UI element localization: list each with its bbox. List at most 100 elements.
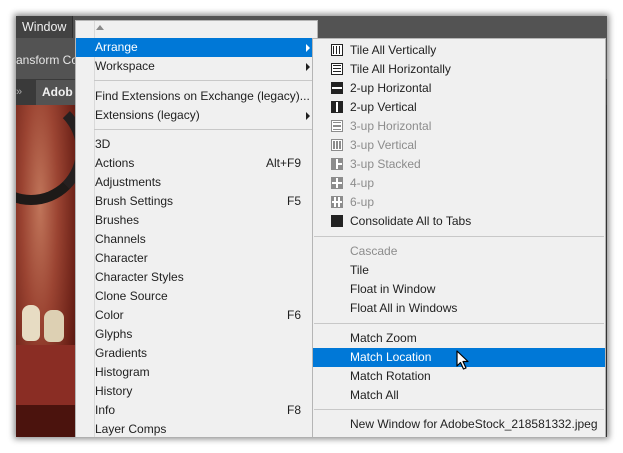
menu-item-character[interactable]: Character [76,249,317,268]
scroll-up-icon[interactable] [96,25,104,30]
menu-item-label: Tile [350,263,369,277]
six-up-icon [331,196,343,208]
menu-item-brush-settings[interactable]: Brush Settings F5 [76,192,317,211]
menu-item-gradients[interactable]: Gradients [76,344,317,363]
three-up-horizontal-icon [331,120,343,132]
menu-item-label: Layer Comps [95,422,167,436]
menu-item-3up-stacked[interactable]: 3-up Stacked [313,155,605,174]
menu-item-label: Histogram [95,365,150,379]
two-up-vertical-icon [331,101,343,113]
menu-item-history[interactable]: History [76,382,317,401]
photo-lip-shape [16,105,76,205]
menu-item-label: 3-up Horizontal [350,119,432,133]
menu-item-3up-horizontal[interactable]: 3-up Horizontal [313,117,605,136]
photo-gum-shape [16,345,76,405]
menu-item-label: Float All in Windows [350,301,458,315]
menu-item-find-extensions[interactable]: Find Extensions on Exchange (legacy)... [76,87,317,106]
consolidate-tabs-icon [331,215,343,227]
menu-item-workspace[interactable]: Workspace [76,57,317,76]
tile-vertical-icon [331,44,343,56]
menu-item-float-all-in-windows[interactable]: Float All in Windows [313,299,605,318]
menu-item-2up-horizontal[interactable]: 2-up Horizontal [313,79,605,98]
window-menu[interactable]: Window [16,16,74,38]
menu-item-tile[interactable]: Tile [313,261,605,280]
menu-item-adjustments[interactable]: Adjustments [76,173,317,192]
menu-separator [314,409,604,410]
menu-item-consolidate-all-to-tabs[interactable]: Consolidate All to Tabs [313,212,605,231]
menu-item-label: 3-up Vertical [350,138,417,152]
menu-item-channels[interactable]: Channels [76,230,317,249]
menu-item-label: Info [95,403,116,417]
document-tab[interactable]: Adob [36,80,79,105]
menu-item-clone-source[interactable]: Clone Source [76,287,317,306]
menu-item-extensions-legacy[interactable]: Extensions (legacy) [76,106,317,125]
tile-horizontal-icon [331,63,343,75]
menu-item-label: Consolidate All to Tabs [350,214,472,228]
menu-item-label: Find Extensions on Exchange (legacy)... [95,89,310,103]
document-canvas[interactable] [16,105,76,437]
menu-item-match-all[interactable]: Match All [313,386,605,405]
menu-item-label: Brushes [95,213,140,227]
menu-item-label: Glyphs [95,327,133,341]
menu-item-label: Arrange [95,40,138,54]
menu-item-match-zoom[interactable]: Match Zoom [313,329,605,348]
photo-shadow-shape [16,405,76,437]
menu-item-cascade[interactable]: Cascade [313,242,605,261]
menu-item-info[interactable]: Info F8 [76,401,317,420]
menu-item-brushes[interactable]: Brushes [76,211,317,230]
menu-item-character-styles[interactable]: Character Styles [76,268,317,287]
submenu-arrow-icon [306,44,310,52]
menu-item-6up[interactable]: 6-up [313,193,605,212]
photo-tooth-shape [44,310,64,342]
window-dropdown-menu: Arrange Workspace Find Extensions on Exc… [75,20,318,437]
menu-item-label: Adjustments [95,175,162,189]
menu-item-label: 6-up [350,195,375,209]
menu-item-layer-comps[interactable]: Layer Comps [76,420,317,437]
menu-item-glyphs[interactable]: Glyphs [76,325,317,344]
menu-item-float-in-window[interactable]: Float in Window [313,280,605,299]
menu-item-label: Tile All Vertically [350,43,437,57]
menu-item-3d[interactable]: 3D [76,135,317,154]
menu-item-3up-vertical[interactable]: 3-up Vertical [313,136,605,155]
menu-separator [94,80,316,81]
menu-item-label: Brush Settings [95,194,174,208]
menu-item-label: 3-up Stacked [350,157,421,171]
submenu-arrow-icon [306,112,310,120]
three-up-vertical-icon [331,139,343,151]
menu-item-label: Color [95,308,124,322]
three-up-stacked-icon [331,158,343,170]
menu-item-2up-vertical[interactable]: 2-up Vertical [313,98,605,117]
menu-item-label: 2-up Vertical [350,100,417,114]
menu-item-4up[interactable]: 4-up [313,174,605,193]
menu-item-shortcut: F6 [286,308,301,322]
menu-item-histogram[interactable]: Histogram [76,363,317,382]
menu-item-new-window[interactable]: New Window for AdobeStock_218581332.jpeg [313,415,605,434]
menu-item-label: Clone Source [95,289,168,303]
menu-item-label: Channels [95,232,146,246]
two-up-horizontal-icon [331,82,343,94]
transform-controls-label[interactable]: ansform Co [16,53,78,67]
menu-item-tile-all-vertically[interactable]: Tile All Vertically [313,41,605,60]
menu-item-shortcut: Alt+F9 [265,156,301,170]
menu-item-label: New Window for AdobeStock_218581332.jpeg [350,417,598,431]
menu-item-label: Character Styles [95,270,184,284]
menu-item-label: Match Rotation [350,369,431,383]
menu-item-label: Match Zoom [350,331,417,345]
menu-item-shortcut: F8 [286,403,301,417]
menu-item-label: Match All [350,388,399,402]
menu-item-label: 2-up Horizontal [350,81,432,95]
menu-item-color[interactable]: Color F6 [76,306,317,325]
menu-item-shortcut: F5 [286,194,301,208]
menu-item-tile-all-horizontally[interactable]: Tile All Horizontally [313,60,605,79]
menu-item-label: Tile All Horizontally [350,62,451,76]
menu-item-actions[interactable]: Actions Alt+F9 [76,154,317,173]
screenshot-frame: Window ansform Co » Adob Arrange Workspa… [16,16,607,437]
menu-item-arrange[interactable]: Arrange [76,38,317,57]
menu-separator [314,323,604,324]
panel-grip-icon[interactable]: » [16,86,22,99]
four-up-icon [331,177,343,189]
menu-item-label: Gradients [95,346,148,360]
menu-item-label: Match Location [350,350,432,364]
menu-item-label: Workspace [95,59,155,73]
submenu-arrow-icon [306,63,310,71]
